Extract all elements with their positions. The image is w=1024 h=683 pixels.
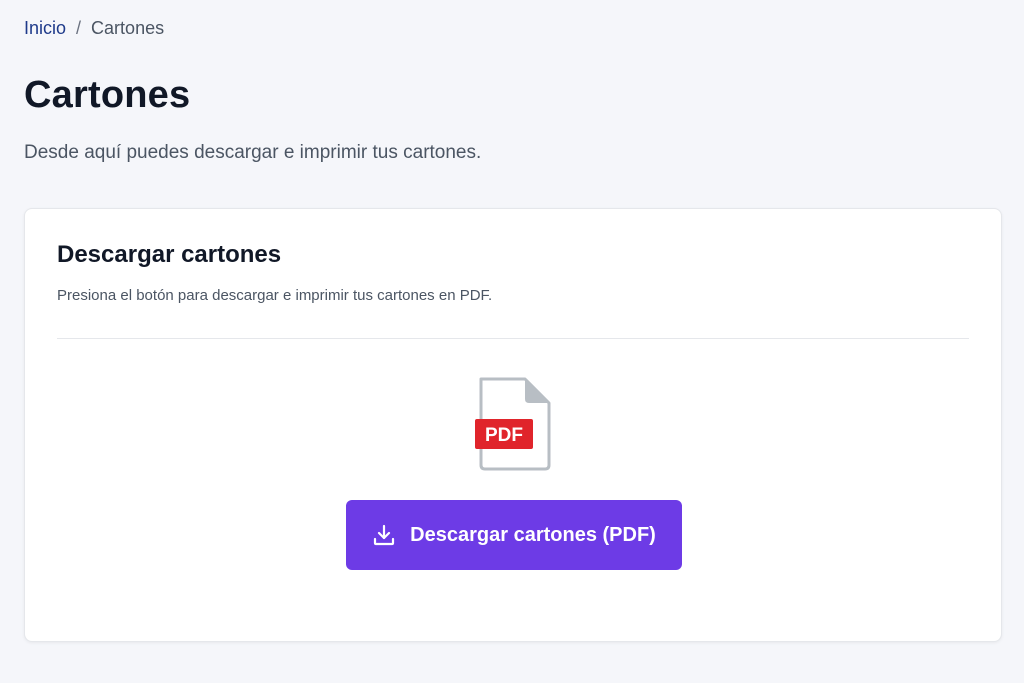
page-subtitle: Desde aquí puedes descargar e imprimir t…	[24, 142, 482, 163]
breadcrumb-home-link[interactable]: Inicio	[24, 18, 66, 39]
download-card: Descargar cartones Presiona el botón par…	[24, 208, 1002, 642]
download-button-label: Descargar cartones (PDF)	[410, 523, 656, 546]
download-icon	[372, 523, 396, 547]
breadcrumb: Inicio / Cartones	[24, 18, 164, 39]
page-title: Cartones	[24, 74, 191, 116]
breadcrumb-current: Cartones	[91, 18, 165, 38]
breadcrumb-separator: /	[76, 18, 82, 38]
pdf-file-icon: PDF	[473, 377, 553, 471]
pdf-badge-text: PDF	[485, 425, 523, 446]
card-title: Descargar cartones	[57, 241, 282, 268]
card-description: Presiona el botón para descargar e impri…	[57, 287, 493, 304]
download-cartones-button[interactable]: Descargar cartones (PDF)	[346, 500, 682, 570]
card-divider	[57, 338, 969, 339]
